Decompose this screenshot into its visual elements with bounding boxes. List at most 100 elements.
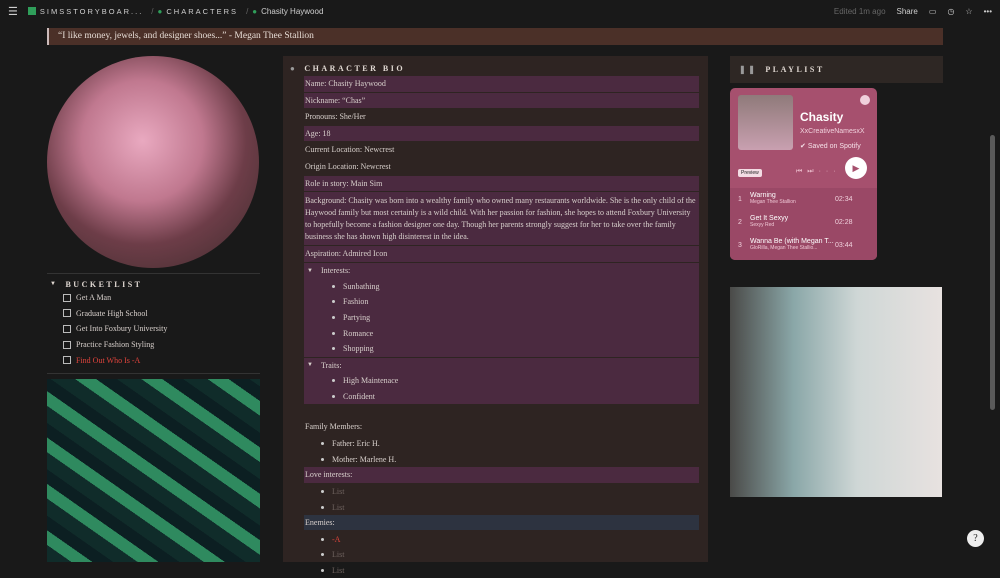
playback-controls[interactable]: ⏮⏭··· xyxy=(796,168,841,176)
list-item: Partying xyxy=(304,310,699,326)
bio-age: Age: 18 xyxy=(304,125,699,143)
track-row[interactable]: 1 Warning Megan Thee Stallion 02:34 xyxy=(730,188,877,211)
bio-aspiration: Aspiration: Admired Icon xyxy=(304,246,699,263)
todo-item[interactable]: Practice Fashion Styling xyxy=(47,337,260,353)
bullet-icon xyxy=(332,316,335,320)
checkbox[interactable] xyxy=(63,309,71,318)
interests-toggle-block: ▼ Interests: Sunbathing Fashion Partying Rom… xyxy=(304,262,699,357)
track-row[interactable]: 2 Get It Sexyy Sexyy Red 02:28 xyxy=(730,211,877,234)
bullet-icon xyxy=(332,284,335,288)
todo-item[interactable]: Find Out Who Is -A xyxy=(47,352,260,368)
list-item: Shopping xyxy=(304,341,699,357)
list-item-text: Romance xyxy=(343,328,374,338)
bullet-icon xyxy=(332,300,335,304)
track-number: 3 xyxy=(738,242,742,249)
list-item: List xyxy=(304,563,699,578)
breadcrumb-characters[interactable]: ● CHARACTERS xyxy=(158,7,239,16)
breadcrumb-page[interactable]: ● Chasity Haywood xyxy=(252,7,323,16)
divider xyxy=(47,273,260,274)
bullet-icon xyxy=(321,537,324,541)
traits-toggle[interactable]: ▼ Traits: xyxy=(304,358,699,374)
checkbox[interactable] xyxy=(63,340,71,349)
bucketlist-toggle[interactable]: ▼ BUCKETLIST xyxy=(47,278,260,290)
triangle-down-icon: ▼ xyxy=(307,362,313,369)
list-item-text: -A xyxy=(332,534,341,544)
todo-item[interactable]: Get Into Foxbury University xyxy=(47,321,260,337)
todo-label: Practice Fashion Styling xyxy=(76,340,155,350)
list-item: List xyxy=(304,499,699,515)
interests-toggle[interactable]: ▼ Interests: xyxy=(304,263,699,279)
spotify-embed[interactable]: Chasity XxCreativeNamesxX ✔ Saved on Spo… xyxy=(730,88,877,260)
more-icon[interactable]: ••• xyxy=(984,7,992,16)
pause-icon: ❚❚ xyxy=(739,65,758,74)
list-item-text: List xyxy=(332,550,345,560)
todo-label: Find Out Who Is -A xyxy=(76,355,141,365)
track-number: 1 xyxy=(738,196,742,203)
breadcrumb-separator: / xyxy=(151,6,154,16)
checkbox[interactable] xyxy=(63,356,71,365)
track-duration: 02:34 xyxy=(835,196,853,203)
clock-icon[interactable]: ◷ xyxy=(947,7,954,16)
bullet-icon xyxy=(332,394,335,398)
bio-current-location: Current Location: Newcrest xyxy=(304,142,699,159)
track-title: Wanna Be (with Megan T... xyxy=(750,238,834,245)
playlist-name[interactable]: Chasity xyxy=(800,110,843,124)
track-artist: Megan Thee Stallion xyxy=(750,199,796,205)
comment-icon[interactable]: ▭ xyxy=(929,7,937,16)
list-item-text: Shopping xyxy=(343,344,374,354)
bio-pronouns: Pronouns: She/Her xyxy=(304,109,699,126)
playlist-header: ❚❚ PLAYLIST xyxy=(730,56,943,83)
menu-icon[interactable]: ☰ xyxy=(8,5,18,18)
play-button[interactable]: ▶ xyxy=(845,157,867,179)
track-artist: Sexyy Red xyxy=(750,222,775,228)
list-item: Father: Eric H. xyxy=(304,436,699,452)
list-item-text: List xyxy=(332,502,345,512)
bio-nickname: Nickname: “Chas” xyxy=(304,92,699,110)
list-item: Confident xyxy=(304,389,699,405)
playlist-owner[interactable]: XxCreativeNamesxX xyxy=(800,128,865,135)
help-button[interactable]: ? xyxy=(967,530,984,547)
spotify-icon[interactable] xyxy=(860,95,870,105)
track-duration: 02:28 xyxy=(835,219,853,226)
person-icon: ● xyxy=(157,6,163,16)
scrollbar[interactable] xyxy=(990,135,995,410)
checkbox[interactable] xyxy=(63,293,71,302)
track-title: Warning xyxy=(750,192,776,199)
star-icon[interactable]: ☆ xyxy=(965,7,972,16)
bullet-icon xyxy=(332,331,335,335)
bio-background: Background: Chasity was born into a weal… xyxy=(304,192,699,247)
list-item: Fashion xyxy=(304,294,699,310)
list-item: -A xyxy=(304,531,699,547)
todo-item[interactable]: Get A Man xyxy=(47,290,260,306)
family-label: Family Members: xyxy=(304,419,699,436)
track-row[interactable]: 3 Wanna Be (with Megan T... GloRilla, Mega… xyxy=(730,234,877,257)
check-icon: ✔ xyxy=(800,143,808,150)
breadcrumb-workspace[interactable]: SIMSSTORYBOAR... xyxy=(27,7,143,16)
bullet-icon xyxy=(332,347,335,351)
track-artist: GloRilla, Megan Thee Stallio... xyxy=(750,245,818,251)
love-interests-label: Love interests: xyxy=(304,467,699,484)
playlist-cover-image xyxy=(738,95,793,150)
enemies-label: Enemies: xyxy=(304,514,699,532)
list-item: Romance xyxy=(304,325,699,341)
triangle-down-icon: ▼ xyxy=(50,281,59,287)
todo-item[interactable]: Graduate High School xyxy=(47,306,260,322)
breadcrumb-separator: / xyxy=(246,6,249,16)
character-avatar-image xyxy=(47,56,259,268)
bullet-icon xyxy=(332,379,335,383)
share-button[interactable]: Share xyxy=(897,7,918,16)
todo-label: Graduate High School xyxy=(76,308,148,318)
quote-callout: “I like money, jewels, and designer shoe… xyxy=(47,28,943,45)
book-icon xyxy=(27,7,36,15)
bullet-icon xyxy=(321,568,324,572)
list-item-text: Mother: Marlene H. xyxy=(332,454,397,464)
track-number: 2 xyxy=(738,219,742,226)
money-gif-image xyxy=(47,379,260,562)
list-item-text: Sunbathing xyxy=(343,281,380,291)
bio-origin-location: Origin Location: Newcrest xyxy=(304,159,699,176)
list-item-text: Partying xyxy=(343,313,371,323)
bio-role: Role in story: Main Sim xyxy=(304,175,699,193)
checkbox[interactable] xyxy=(63,324,71,333)
bullet-icon xyxy=(321,505,324,509)
bullet-icon xyxy=(321,457,324,461)
